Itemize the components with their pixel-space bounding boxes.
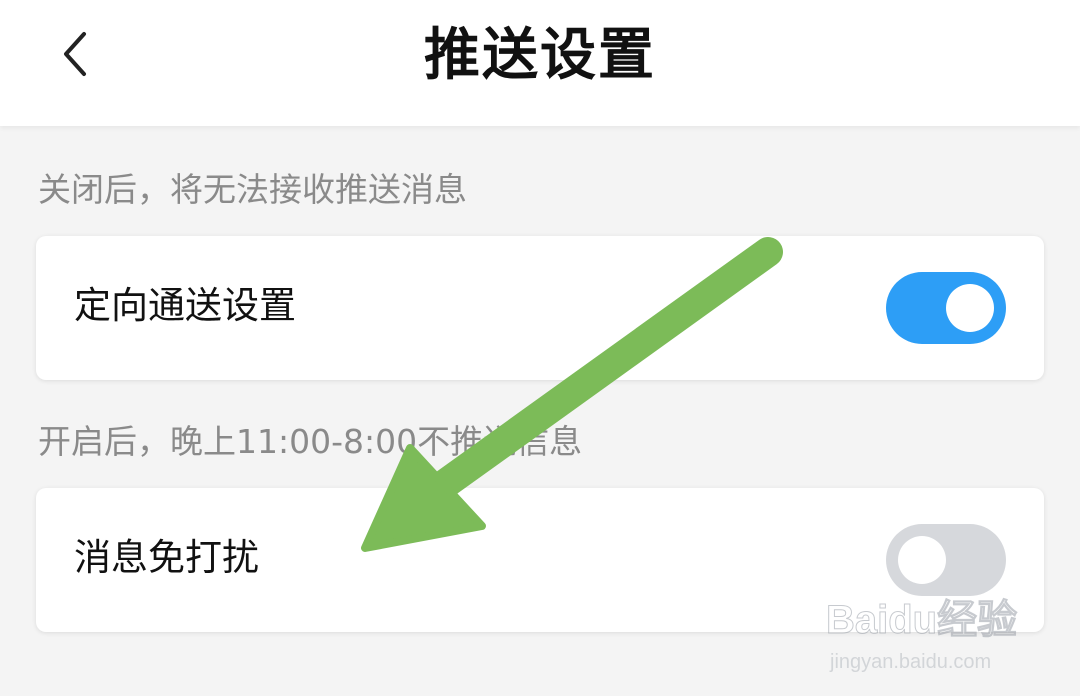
toggle-knob: [946, 284, 994, 332]
section-description-dnd: 开启后，晚上11:00-8:00不推送信息: [38, 422, 583, 461]
do-not-disturb-toggle[interactable]: [886, 524, 1006, 596]
toggle-knob: [898, 536, 946, 584]
top-bar: 推送设置: [0, 0, 1080, 126]
page-title: 推送设置: [424, 23, 656, 88]
watermark-url: jingyan.baidu.com: [830, 651, 992, 673]
section-description-push: 关闭后，将无法接收推送消息: [38, 170, 467, 209]
setting-row-targeted-push: 定向通送设置: [36, 236, 1044, 380]
baidu-jingyan-watermark: Baidu经验 jingyan.baidu.com: [825, 588, 1066, 692]
targeted-push-toggle[interactable]: [886, 272, 1006, 344]
watermark-logo-text: Baidu经验: [825, 598, 1018, 643]
setting-label-targeted-push: 定向通送设置: [74, 284, 296, 327]
setting-label-do-not-disturb: 消息免打扰: [74, 536, 259, 579]
